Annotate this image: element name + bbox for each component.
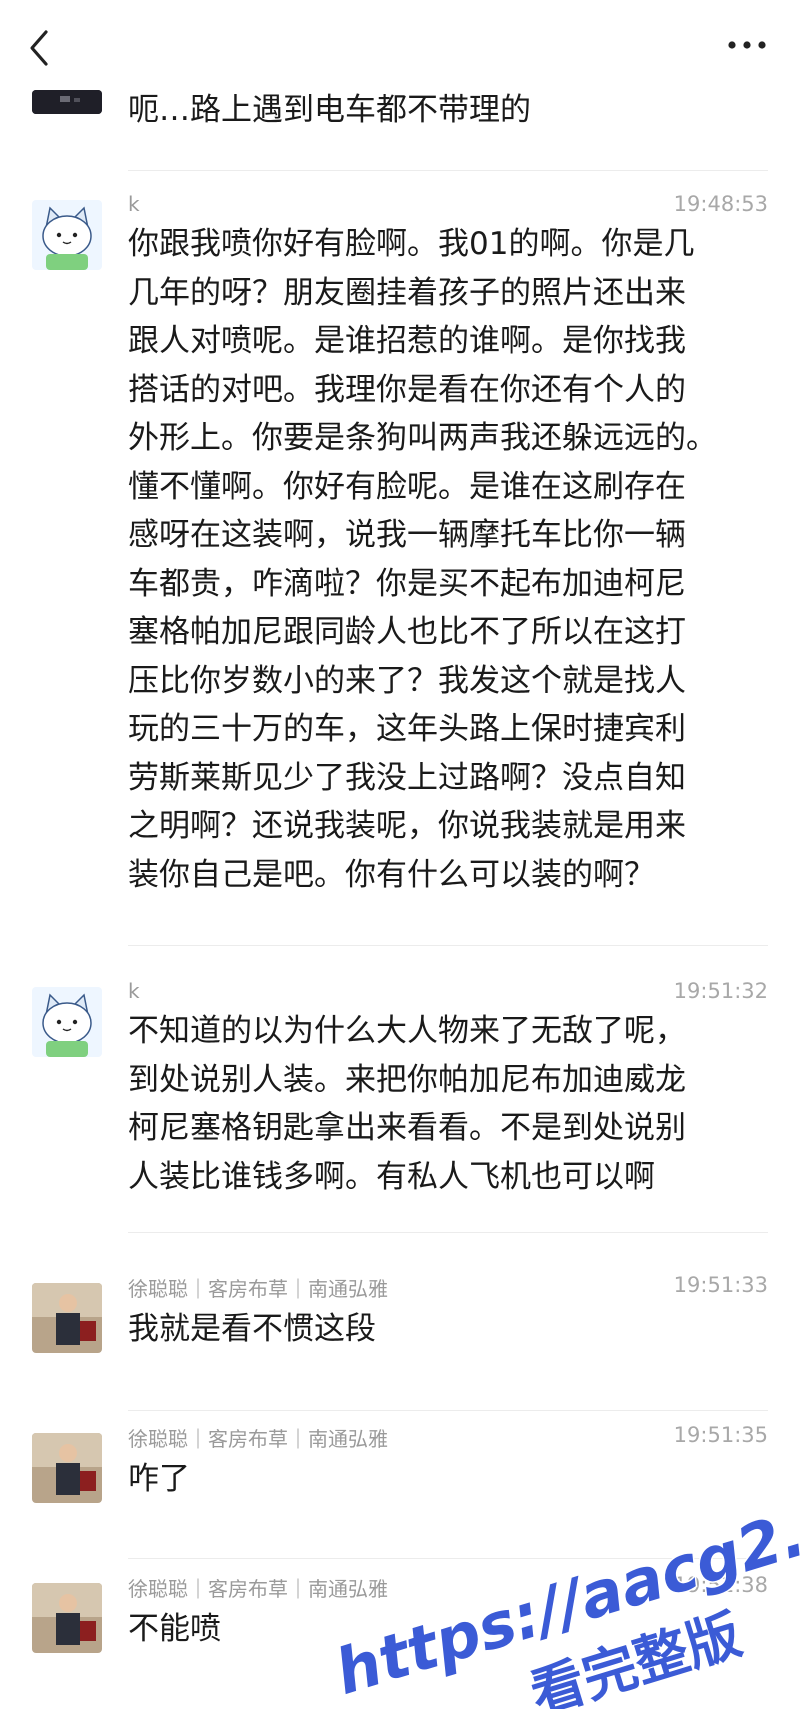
message-text: 咋了 bbox=[128, 1461, 190, 1497]
more-dots-icon bbox=[728, 41, 766, 49]
timestamp: 19:51:33 bbox=[673, 1273, 768, 1297]
more-button[interactable] bbox=[724, 30, 770, 60]
avatar[interactable] bbox=[32, 987, 102, 1057]
message-row[interactable]: k 19:48:53 你跟我喷你好有脸啊。我01的啊。你是几 几年的呀？朋友圈挂… bbox=[0, 192, 800, 920]
divider bbox=[128, 945, 768, 946]
avatar[interactable] bbox=[32, 1583, 102, 1653]
back-button[interactable] bbox=[22, 26, 62, 70]
avatar[interactable] bbox=[32, 200, 102, 270]
avatar[interactable] bbox=[32, 90, 102, 114]
avatar[interactable] bbox=[32, 1283, 102, 1353]
message-row[interactable]: 徐聪聪｜客房布草｜南通弘雅 19:51:38 不能喷 bbox=[0, 1573, 800, 1683]
message-text: 我就是看不惯这段 bbox=[128, 1311, 376, 1347]
message-text: 呃…路上遇到电车都不带理的 bbox=[128, 92, 531, 128]
sender-name: 徐聪聪｜客房布草｜南通弘雅 bbox=[128, 1427, 388, 1451]
message-row[interactable]: 徐聪聪｜客房布草｜南通弘雅 19:51:35 咋了 bbox=[0, 1423, 800, 1533]
timestamp: 19:48:53 bbox=[673, 192, 768, 216]
sender-name: 徐聪聪｜客房布草｜南通弘雅 bbox=[128, 1577, 388, 1601]
message-row[interactable]: 徐聪聪｜客房布草｜南通弘雅 19:51:33 我就是看不惯这段 bbox=[0, 1273, 800, 1383]
timestamp: 19:51:38 bbox=[673, 1573, 768, 1597]
message-text: 不能喷 bbox=[128, 1611, 221, 1647]
top-bar bbox=[0, 0, 800, 90]
timestamp: 19:51:32 bbox=[673, 979, 768, 1003]
chevron-left-icon bbox=[30, 30, 48, 66]
avatar[interactable] bbox=[32, 1433, 102, 1503]
sender-name: 徐聪聪｜客房布草｜南通弘雅 bbox=[128, 1277, 388, 1301]
divider bbox=[128, 1410, 768, 1411]
message-text: 你跟我喷你好有脸啊。我01的啊。你是几 几年的呀？朋友圈挂着孩子的照片还出来 跟… bbox=[128, 226, 717, 893]
message-row[interactable]: k 19:51:32 不知道的以为什么大人物来了无敌了呢， 到处说别人装。来把你… bbox=[0, 979, 800, 1237]
sender-name: k bbox=[128, 979, 140, 1003]
timestamp: 19:51:35 bbox=[673, 1423, 768, 1447]
divider bbox=[128, 1558, 768, 1559]
message-text: 不知道的以为什么大人物来了无敌了呢， 到处说别人装。来把你帕加尼布加迪威龙 柯尼… bbox=[128, 1013, 686, 1195]
divider bbox=[128, 1232, 768, 1233]
sender-name: k bbox=[128, 192, 140, 216]
divider bbox=[128, 170, 768, 171]
message-row[interactable]: 呃…路上遇到电车都不带理的 bbox=[0, 88, 800, 168]
